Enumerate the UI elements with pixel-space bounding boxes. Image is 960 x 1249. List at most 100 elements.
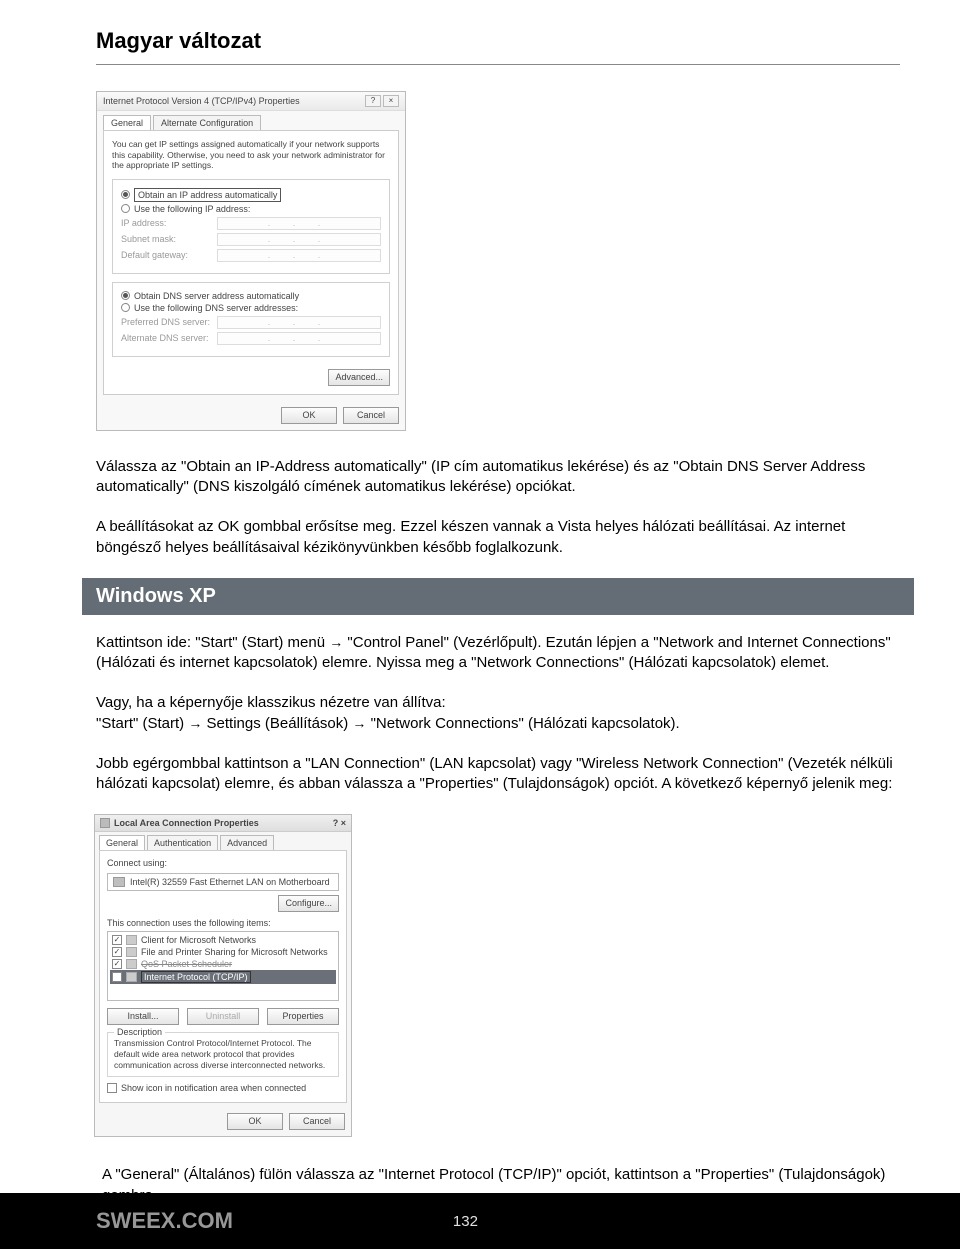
field-label: Subnet mask: xyxy=(121,234,217,244)
text-fragment: "Network Connections" (Hálózati kapcsola… xyxy=(366,715,679,732)
ok-button[interactable]: OK xyxy=(281,407,337,424)
uses-label: This connection uses the following items… xyxy=(107,918,339,928)
titlebar-icon xyxy=(100,818,110,828)
radio-obtain-dns[interactable]: Obtain DNS server address automatically xyxy=(121,291,381,301)
protocol-icon xyxy=(126,972,137,982)
radio-label: Use the following DNS server addresses: xyxy=(134,303,298,313)
show-icon-checkbox-row[interactable]: Show icon in notification area when conn… xyxy=(107,1083,339,1093)
page-footer: SWEEX.COM 132 xyxy=(0,1193,960,1249)
ipv4-properties-dialog: Internet Protocol Version 4 (TCP/IPv4) P… xyxy=(96,91,406,431)
radio-label: Obtain an IP address automatically xyxy=(134,188,281,202)
radio-use-dns[interactable]: Use the following DNS server addresses: xyxy=(121,303,381,313)
radio-use-ip[interactable]: Use the following IP address: xyxy=(121,204,381,214)
help-icon[interactable]: ? xyxy=(365,95,381,107)
advanced-button[interactable]: Advanced... xyxy=(328,369,390,386)
nic-box: Intel(R) 32559 Fast Ethernet LAN on Moth… xyxy=(107,873,339,891)
body-paragraph: Válassza az "Obtain an IP-Address automa… xyxy=(96,457,900,498)
item-label: Internet Protocol (TCP/IP) xyxy=(141,971,251,983)
dialog-tabs: General Authentication Advanced xyxy=(95,832,351,850)
close-icon[interactable]: × xyxy=(383,95,399,107)
gateway-field[interactable]: . . . xyxy=(217,249,381,262)
row-subnet-mask: Subnet mask: . . . xyxy=(121,233,381,246)
field-label: IP address: xyxy=(121,218,217,228)
cancel-button[interactable]: Cancel xyxy=(343,407,399,424)
tab-general[interactable]: General xyxy=(103,115,151,130)
properties-button[interactable]: Properties xyxy=(267,1008,339,1025)
body-paragraph: A beállításokat az OK gombbal erősítse m… xyxy=(96,517,900,558)
radio-label: Obtain DNS server address automatically xyxy=(134,291,299,301)
tab-alternate-config[interactable]: Alternate Configuration xyxy=(153,115,261,130)
body-paragraph: Jobb egérgombbal kattintson a "LAN Conne… xyxy=(96,754,900,795)
text-fragment: Vagy, ha a képernyője klasszikus nézetre… xyxy=(96,694,446,711)
field-label: Default gateway: xyxy=(121,250,217,260)
row-preferred-dns: Preferred DNS server: . . . xyxy=(121,316,381,329)
dialog-titlebar: Local Area Connection Properties ? × xyxy=(95,815,351,832)
dialog-panel: You can get IP settings assigned automat… xyxy=(103,130,399,395)
arrow-icon: → xyxy=(188,715,202,731)
tab-general[interactable]: General xyxy=(99,835,145,850)
subnet-mask-field[interactable]: . . . xyxy=(217,233,381,246)
item-label: File and Printer Sharing for Microsoft N… xyxy=(141,947,328,957)
radio-obtain-ip[interactable]: Obtain an IP address automatically xyxy=(121,188,381,202)
text-fragment: Kattintson ide: "Start" (Start) menü xyxy=(96,634,329,651)
list-item-selected[interactable]: ✓ Internet Protocol (TCP/IP) xyxy=(110,970,336,984)
text-fragment: "Start" (Start) xyxy=(96,715,188,732)
service-icon xyxy=(126,959,137,969)
checkbox-icon[interactable] xyxy=(107,1083,117,1093)
text-fragment: Settings (Beállítások) xyxy=(202,715,352,732)
field-label: Alternate DNS server: xyxy=(121,333,217,343)
cancel-button[interactable]: Cancel xyxy=(289,1113,345,1130)
description-text: Transmission Control Protocol/Internet P… xyxy=(114,1038,332,1070)
connect-using-label: Connect using: xyxy=(107,858,339,868)
checkbox-icon[interactable]: ✓ xyxy=(112,935,122,945)
row-alternate-dns: Alternate DNS server: . . . xyxy=(121,332,381,345)
install-button[interactable]: Install... xyxy=(107,1008,179,1025)
section-heading-winxp: Windows XP xyxy=(82,578,914,615)
radio-icon xyxy=(121,190,130,199)
service-icon xyxy=(126,947,137,957)
checkbox-icon[interactable]: ✓ xyxy=(112,959,122,969)
dialog-tabs: General Alternate Configuration xyxy=(97,111,405,130)
radio-icon xyxy=(121,204,130,213)
ok-button[interactable]: OK xyxy=(227,1113,283,1130)
radio-label: Use the following IP address: xyxy=(134,204,250,214)
close-icon[interactable]: × xyxy=(341,818,346,828)
tab-authentication[interactable]: Authentication xyxy=(147,835,218,850)
row-ip-address: IP address: . . . xyxy=(121,217,381,230)
list-item[interactable]: ✓ File and Printer Sharing for Microsoft… xyxy=(110,946,336,958)
body-paragraph: Vagy, ha a képernyője klasszikus nézetre… xyxy=(96,693,900,734)
lan-properties-dialog: Local Area Connection Properties ? × Gen… xyxy=(94,814,352,1137)
uninstall-button[interactable]: Uninstall xyxy=(187,1008,259,1025)
list-item[interactable]: ✓ QoS Packet Scheduler xyxy=(110,958,336,970)
page-number: 132 xyxy=(453,1213,478,1230)
dialog-footer-buttons: OK Cancel xyxy=(97,401,405,430)
radio-icon xyxy=(121,303,130,312)
footer-brand: SWEEX.COM xyxy=(96,1208,233,1234)
list-item[interactable]: ✓ Client for Microsoft Networks xyxy=(110,934,336,946)
description-group: Description Transmission Control Protoco… xyxy=(107,1032,339,1077)
dialog-panel: Connect using: Intel(R) 32559 Fast Ether… xyxy=(99,850,347,1103)
radio-icon xyxy=(121,291,130,300)
arrow-icon: → xyxy=(352,715,366,731)
preferred-dns-field[interactable]: . . . xyxy=(217,316,381,329)
alternate-dns-field[interactable]: . . . xyxy=(217,332,381,345)
dns-fieldset: Obtain DNS server address automatically … xyxy=(112,282,390,357)
nic-icon xyxy=(113,877,125,887)
field-label: Preferred DNS server: xyxy=(121,317,217,327)
row-gateway: Default gateway: . . . xyxy=(121,249,381,262)
body-paragraph: Kattintson ide: "Start" (Start) menü → "… xyxy=(96,633,900,674)
ip-address-field[interactable]: . . . xyxy=(217,217,381,230)
help-icon[interactable]: ? xyxy=(333,818,339,828)
connection-items-list[interactable]: ✓ Client for Microsoft Networks ✓ File a… xyxy=(107,931,339,1001)
checkbox-icon[interactable]: ✓ xyxy=(112,947,122,957)
dialog-description: You can get IP settings assigned automat… xyxy=(112,139,390,171)
configure-button[interactable]: Configure... xyxy=(278,895,339,912)
dialog-footer-buttons: OK Cancel xyxy=(95,1107,351,1136)
tab-advanced[interactable]: Advanced xyxy=(220,835,274,850)
checkbox-icon[interactable]: ✓ xyxy=(112,972,122,982)
nic-name: Intel(R) 32559 Fast Ethernet LAN on Moth… xyxy=(130,877,330,887)
dialog-titlebar: Internet Protocol Version 4 (TCP/IPv4) P… xyxy=(97,92,405,111)
checkbox-label: Show icon in notification area when conn… xyxy=(121,1083,306,1093)
client-icon xyxy=(126,935,137,945)
arrow-icon: → xyxy=(329,634,343,650)
